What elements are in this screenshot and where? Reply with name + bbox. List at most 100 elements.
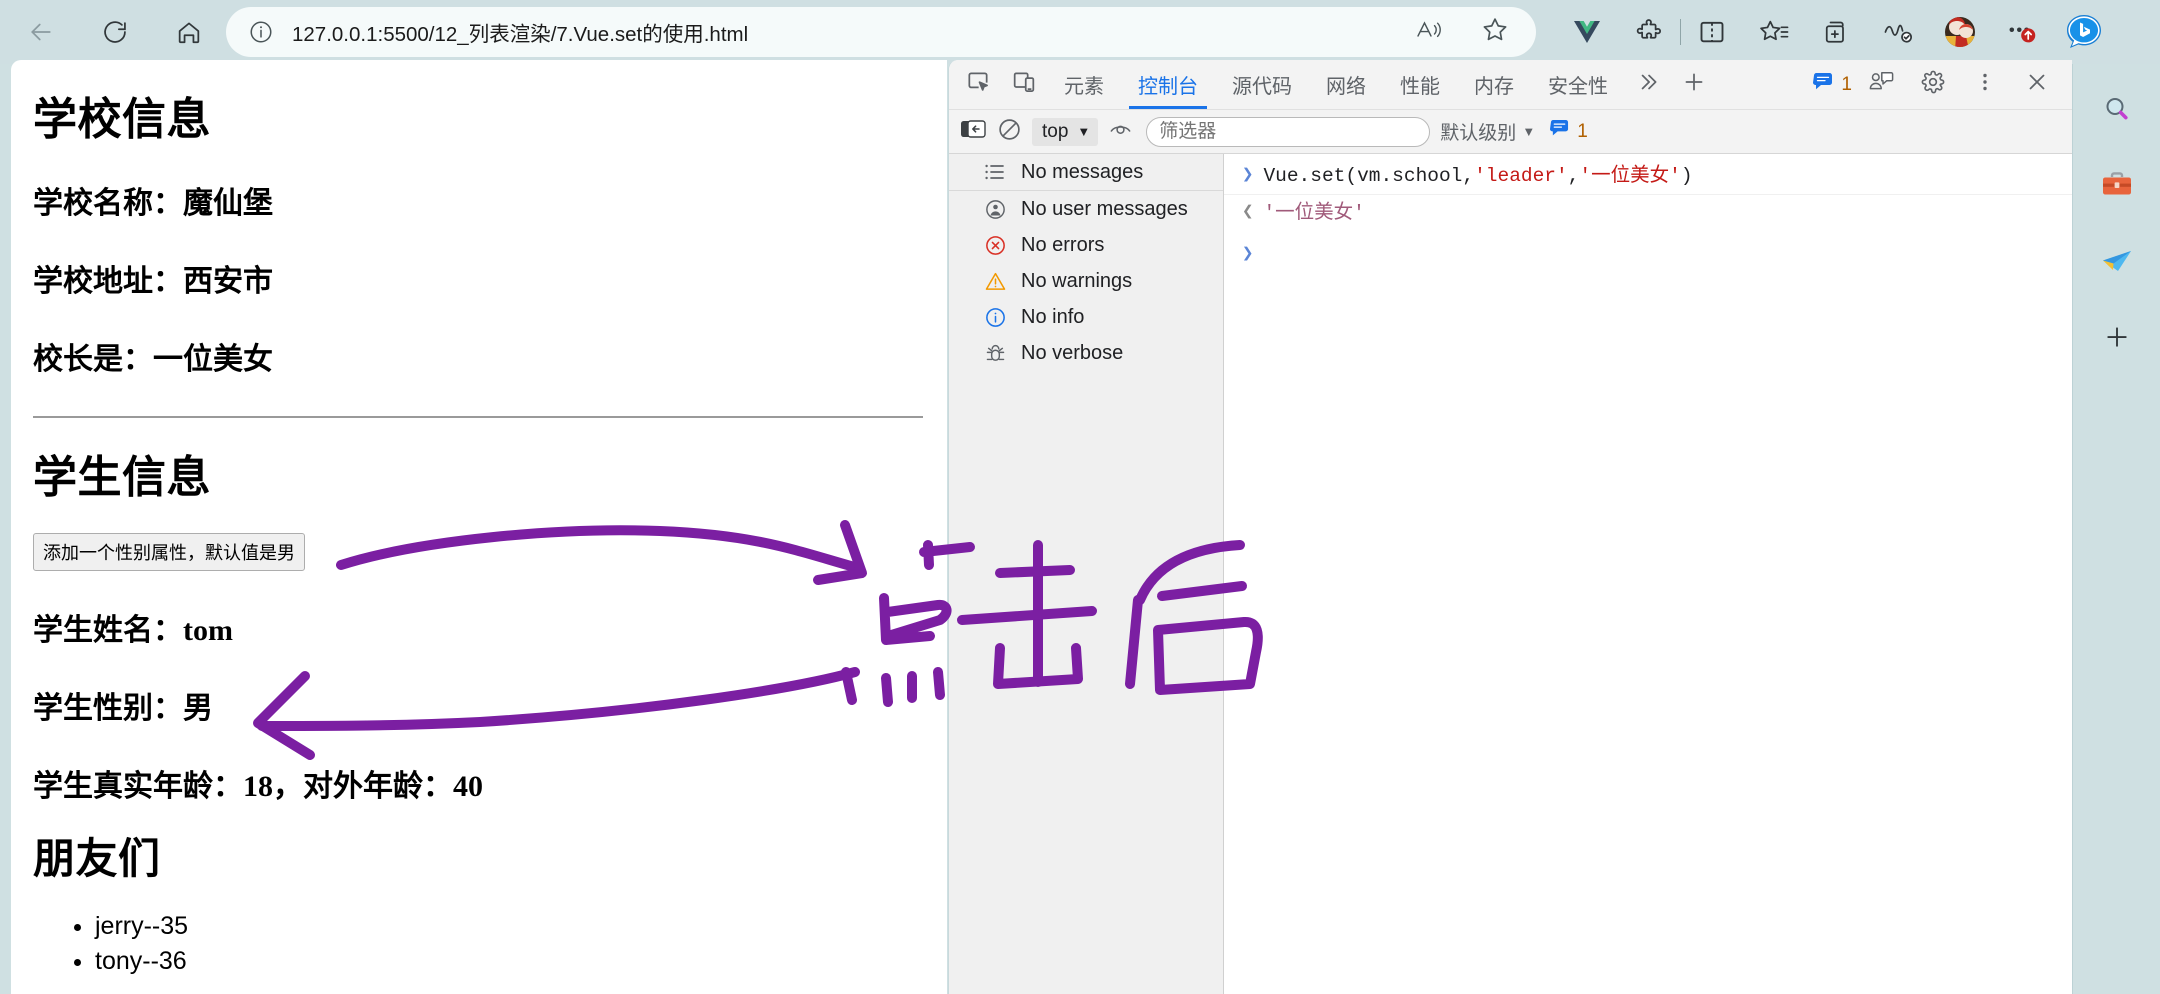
browser-essentials-icon[interactable]	[1867, 4, 1929, 60]
tab-console[interactable]: 控制台	[1121, 61, 1215, 109]
sidebar-item-label: No warnings	[1021, 269, 1133, 292]
sidebar-item-no-verbose[interactable]: No verbose	[949, 335, 1223, 371]
code-token-string-value: '一位美女'	[1579, 165, 1681, 187]
console-prompt-caret: ❯	[1242, 242, 1254, 265]
settings-button[interactable]	[1910, 64, 1956, 106]
toolbar-message-count: 1	[1577, 120, 1588, 142]
address-bar[interactable]: 127.0.0.1:5500/12_列表渲染/7.Vue.set的使用.html	[226, 7, 1536, 57]
console-output-row: ❮ '一位美女'	[1224, 195, 2072, 231]
tab-elements[interactable]: 元素	[1047, 61, 1121, 109]
tab-security[interactable]: 安全性	[1531, 61, 1625, 109]
student-age-line: 学生真实年龄：18，对外年龄：40	[33, 769, 483, 803]
console-message-badge[interactable]: 1	[1812, 72, 1852, 98]
console-prompt-row[interactable]: ❯	[1224, 232, 2072, 267]
console-output-caret: ❮	[1242, 201, 1254, 224]
code-token-close-paren: )	[1680, 165, 1693, 187]
collections-icon[interactable]	[1743, 4, 1805, 60]
tab-sources[interactable]: 源代码	[1215, 61, 1309, 109]
tab-network[interactable]: 网络	[1309, 61, 1383, 109]
tab-performance[interactable]: 性能	[1383, 61, 1457, 109]
home-button[interactable]	[162, 5, 216, 59]
student-heading: 学生信息	[33, 453, 211, 503]
console-input-row: ❯ Vue.set(vm.school,'leader','一位美女')	[1224, 158, 2072, 196]
device-toolbar-button[interactable]	[1001, 64, 1047, 106]
add-gender-button[interactable]: 添加一个性别属性，默认值是男	[33, 532, 305, 571]
feedback-person-icon	[1868, 70, 1894, 99]
list-item: tony--36	[95, 944, 923, 980]
split-screen-icon[interactable]	[1681, 4, 1743, 60]
gear-icon	[1920, 69, 1946, 100]
devtools-panel: 元素 控制台 源代码 网络 性能 内存 安全性 1 top ▼ 筛选器 默认级别…	[948, 60, 2072, 994]
section-divider	[33, 416, 923, 419]
browser-toolbar: 127.0.0.1:5500/12_列表渲染/7.Vue.set的使用.html	[0, 0, 2160, 64]
more-tabs-button[interactable]	[1625, 64, 1671, 106]
search-icon[interactable]	[2089, 86, 2145, 132]
close-devtools-button[interactable]	[2014, 64, 2060, 106]
sidebar-item-label: No user messages	[1021, 197, 1188, 220]
sidebar-item-no-errors[interactable]: No errors	[949, 227, 1223, 263]
sidebar-item-no-warnings[interactable]: No warnings	[949, 263, 1223, 299]
sidebar-item-no-info[interactable]: No info	[949, 299, 1223, 335]
add-tab-button[interactable]	[1671, 64, 1717, 106]
inspect-element-button[interactable]	[955, 64, 1001, 106]
message-count: 1	[1841, 73, 1852, 95]
back-button[interactable]	[14, 5, 68, 59]
sidebar-item-no-messages[interactable]: No messages	[949, 154, 1223, 191]
school-address-line: 学校地址：西安市	[33, 265, 273, 299]
tools-briefcase-icon[interactable]	[2089, 162, 2145, 208]
student-gender-line: 学生性别：男	[33, 691, 213, 725]
execution-context-value: top	[1042, 120, 1069, 142]
error-icon	[983, 233, 1007, 257]
console-body: No messages No user messages No errors N…	[949, 154, 2072, 994]
sidebar-item-label: No messages	[1021, 160, 1144, 183]
bing-copilot-icon[interactable]	[2053, 4, 2115, 60]
feedback-button[interactable]	[1858, 64, 1904, 106]
profile-avatar[interactable]	[1929, 4, 1991, 60]
sidebar-item-label: No verbose	[1021, 341, 1124, 364]
tab-memory[interactable]: 内存	[1457, 61, 1531, 109]
filter-input[interactable]	[1146, 116, 1431, 147]
edge-sidebar	[2072, 64, 2160, 994]
drop-paperplane-icon[interactable]	[2089, 238, 2145, 284]
message-bubble-icon	[1549, 119, 1570, 144]
vue-devtools-extension-icon[interactable]	[1556, 4, 1618, 60]
add-to-collection-icon[interactable]	[1805, 4, 1867, 60]
page-content: 学校信息 学校名称：魔仙堡 学校地址：西安市 校长是：一位美女 学生信息 添加一…	[11, 60, 947, 994]
extensions-puzzle-icon[interactable]	[1618, 4, 1680, 60]
code-token-comma: ,	[1567, 165, 1580, 187]
add-sidebar-icon[interactable]	[2089, 314, 2145, 360]
warning-icon	[983, 269, 1007, 293]
user-icon	[983, 197, 1007, 221]
school-leader-line: 校长是：一位美女	[33, 343, 273, 377]
refresh-button[interactable]	[88, 5, 142, 59]
message-bubble-icon	[1812, 72, 1834, 98]
sidebar-item-label: No info	[1021, 305, 1085, 328]
execution-context-select[interactable]: top ▼	[1032, 117, 1099, 146]
read-aloud-icon[interactable]	[1414, 17, 1444, 48]
info-circle-icon[interactable]	[248, 19, 274, 45]
log-level-select[interactable]: 默认级别 ▼	[1440, 118, 1535, 145]
star-icon[interactable]	[1480, 15, 1510, 49]
chevron-down-icon: ▼	[1522, 124, 1536, 139]
console-output[interactable]: ❯ Vue.set(vm.school,'leader','一位美女') ❮ '…	[1224, 154, 2072, 994]
console-sidebar-toggle-icon	[959, 117, 987, 146]
list-item: jerry--35	[95, 909, 923, 945]
friends-list: jerry--35 tony--36	[33, 909, 923, 980]
plus-icon	[1681, 69, 1707, 100]
more-vertical-icon	[1974, 69, 1996, 100]
sidebar-item-no-user-messages[interactable]: No user messages	[949, 191, 1223, 227]
url-text: 127.0.0.1:5500/12_列表渲染/7.Vue.set的使用.html	[292, 23, 749, 46]
console-sidebar-toggle-button[interactable]	[959, 117, 987, 146]
refresh-icon	[101, 18, 129, 46]
settings-more-icon[interactable]	[1991, 4, 2053, 60]
list-icon	[983, 160, 1007, 184]
chevron-double-right-icon	[1635, 69, 1661, 100]
live-expression-button[interactable]	[1108, 118, 1136, 145]
inspect-element-icon	[965, 69, 991, 100]
device-toolbar-icon	[1011, 69, 1037, 100]
toolbar-message-badge[interactable]: 1	[1549, 119, 1588, 144]
clear-console-button[interactable]	[997, 117, 1022, 147]
console-sidebar: No messages No user messages No errors N…	[949, 154, 1224, 994]
more-options-button[interactable]	[1962, 64, 2008, 106]
sidebar-item-label: No errors	[1021, 233, 1105, 256]
